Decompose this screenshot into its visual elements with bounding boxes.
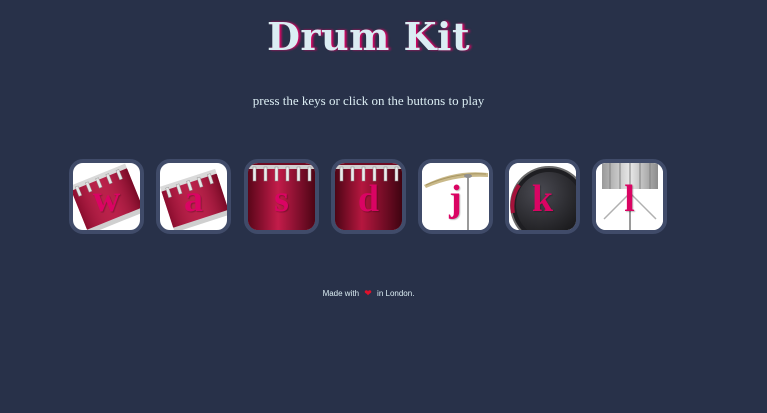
instructions-text: press the keys or click on the buttons t… <box>252 93 485 108</box>
heart-icon: ❤ <box>364 288 372 298</box>
drum-button-w[interactable]: w <box>69 159 144 234</box>
page-title: Drum Kit <box>266 14 471 59</box>
drum-button-k[interactable]: k <box>505 159 580 234</box>
drum-key-label: a <box>184 178 203 220</box>
drum-key-label: w <box>92 178 121 220</box>
footer: Made with ❤ in London. <box>0 288 737 299</box>
drum-button-l[interactable]: l <box>592 159 667 234</box>
drum-key-label: d <box>357 178 380 220</box>
drum-key-label: l <box>624 178 635 220</box>
drum-button-s[interactable]: s <box>244 159 319 234</box>
drum-button-j[interactable]: j <box>418 159 493 234</box>
footer-suffix: in London. <box>377 289 415 298</box>
footer-prefix: Made with <box>322 289 360 298</box>
drum-button-d[interactable]: d <box>331 159 406 234</box>
drum-button-a[interactable]: a <box>156 159 231 234</box>
drum-key-label: j <box>449 178 462 220</box>
drum-key-label: s <box>274 178 289 220</box>
drum-set: w a s d j k l <box>69 159 669 235</box>
drum-key-label: k <box>531 178 554 220</box>
